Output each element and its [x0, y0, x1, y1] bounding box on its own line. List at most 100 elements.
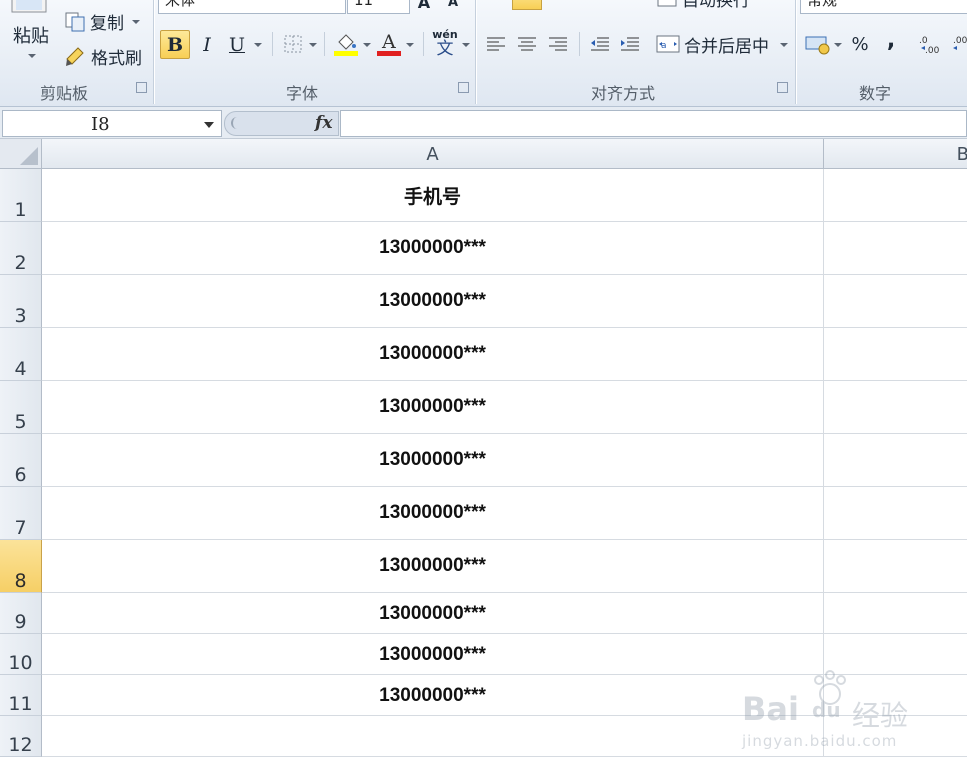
number-format-field[interactable]: 常规 [800, 0, 967, 14]
cell-a[interactable]: 13000000*** [42, 328, 824, 381]
row-header[interactable]: 5 [0, 381, 42, 434]
phonetic-dropdown-icon[interactable] [462, 43, 470, 47]
fill-color-button[interactable] [332, 29, 360, 57]
alignment-launcher-icon[interactable] [777, 82, 788, 93]
font-size-field[interactable]: 11 [347, 0, 410, 14]
increase-indent-button[interactable] [617, 32, 643, 56]
paste-dropdown-icon[interactable] [28, 54, 36, 58]
decrease-indent-button[interactable] [587, 32, 613, 56]
row-number: 2 [14, 252, 27, 274]
cell-b[interactable] [824, 328, 967, 381]
increase-decimal-icon: .0.00 [919, 36, 940, 54]
cell-b[interactable] [824, 275, 967, 328]
formula-input[interactable] [340, 110, 967, 137]
merge-center-button[interactable]: a 合并后居中 [656, 30, 790, 58]
select-all-icon [20, 147, 38, 165]
font-name-field[interactable]: 宋体 [158, 0, 346, 14]
align-right-button[interactable] [545, 32, 571, 56]
paste-button[interactable]: 粘贴 [0, 0, 56, 70]
copy-dropdown-icon[interactable] [132, 20, 140, 24]
bold-button[interactable]: B [160, 30, 190, 59]
accounting-format-icon [805, 36, 830, 55]
merge-center-dropdown-icon[interactable] [780, 43, 788, 47]
font-launcher-icon[interactable] [458, 82, 469, 93]
comma-style-button[interactable]: , [878, 27, 904, 53]
percent-style-button[interactable]: % [847, 31, 873, 57]
wrap-text-icon [657, 0, 677, 7]
row-header[interactable]: 2 [0, 222, 42, 275]
wrap-text-button[interactable]: 自动换行 [656, 0, 766, 11]
underline-dropdown-icon[interactable] [254, 43, 262, 47]
italic-label: I [203, 33, 211, 56]
name-box-dropdown-icon[interactable] [204, 122, 214, 128]
row-header[interactable]: 10 [0, 634, 42, 675]
row-header[interactable]: 8 [0, 540, 42, 593]
row-header[interactable]: 11 [0, 675, 42, 716]
font-color-dropdown-icon[interactable] [406, 43, 414, 47]
borders-icon [284, 35, 302, 53]
cell-b[interactable] [824, 540, 967, 593]
expand-handle-icon[interactable] [231, 117, 239, 129]
format-painter-button[interactable]: 格式刷 [64, 42, 150, 70]
italic-button[interactable]: I [194, 30, 220, 59]
row-header[interactable]: 7 [0, 487, 42, 540]
borders-button[interactable] [280, 31, 306, 57]
toolbar-divider [324, 32, 325, 56]
row-header[interactable]: 9 [0, 593, 42, 634]
decrease-decimal-button[interactable]: .00 [950, 31, 967, 57]
clipboard-icon [11, 0, 47, 13]
formula-controls: fx [224, 111, 339, 136]
format-painter-icon [66, 47, 84, 66]
cell-b[interactable] [824, 169, 967, 222]
cell-a[interactable]: 13000000*** [42, 540, 824, 593]
copy-button[interactable]: 复制 [64, 8, 144, 34]
cell-a[interactable]: 13000000*** [42, 275, 824, 328]
phonetic-char-icon: 文 [436, 39, 454, 59]
phonetic-button[interactable]: wén 文 [430, 28, 460, 60]
cell-a[interactable] [42, 716, 824, 757]
cell-a[interactable]: 13000000*** [42, 634, 824, 675]
accounting-format-button[interactable] [803, 31, 833, 57]
column-header-b[interactable]: B [824, 139, 967, 169]
cell-a[interactable]: 手机号 [42, 169, 824, 222]
cell-a[interactable]: 13000000*** [42, 487, 824, 540]
cell-a[interactable]: 13000000*** [42, 675, 824, 716]
cell-b[interactable] [824, 487, 967, 540]
column-header-a[interactable]: A [42, 139, 824, 169]
select-all-button[interactable] [0, 139, 42, 169]
font-group-label: 字体 [285, 84, 318, 103]
cell-b[interactable] [824, 222, 967, 275]
row-header[interactable]: 3 [0, 275, 42, 328]
orientation-button[interactable] [585, 0, 607, 10]
align-top-button[interactable] [512, 0, 542, 10]
align-center-icon [518, 37, 536, 51]
row-header[interactable]: 1 [0, 169, 42, 222]
cell-a[interactable]: 13000000*** [42, 222, 824, 275]
align-center-button[interactable] [514, 32, 540, 56]
underline-button[interactable]: U [224, 30, 250, 59]
cell-b[interactable] [824, 593, 967, 634]
row-header[interactable]: 4 [0, 328, 42, 381]
cell-b[interactable] [824, 381, 967, 434]
cell-a[interactable]: 13000000*** [42, 434, 824, 487]
shrink-font-button[interactable]: A [444, 0, 462, 12]
align-left-button[interactable] [483, 32, 509, 56]
align-middle-icon [550, 0, 570, 9]
clipboard-launcher-icon[interactable] [136, 82, 147, 93]
cell-a[interactable]: 13000000*** [42, 593, 824, 634]
accounting-dropdown-icon[interactable] [834, 43, 842, 47]
insert-function-button[interactable]: fx [315, 113, 332, 133]
name-box[interactable]: I8 [2, 110, 222, 137]
baidu-watermark: Bai du 经验 jingyan.baidu.com [742, 668, 962, 758]
merge-center-label: 合并后居中 [684, 36, 769, 57]
fill-color-dropdown-icon[interactable] [363, 43, 371, 47]
grow-font-button[interactable]: A [414, 0, 434, 12]
row-header[interactable]: 6 [0, 434, 42, 487]
font-color-button[interactable]: A [375, 29, 403, 57]
row-header[interactable]: 12 [0, 716, 42, 757]
align-middle-button[interactable] [548, 0, 572, 10]
cell-b[interactable] [824, 434, 967, 487]
borders-dropdown-icon[interactable] [309, 43, 317, 47]
cell-a[interactable]: 13000000*** [42, 381, 824, 434]
increase-decimal-button[interactable]: .0.00 [918, 31, 946, 57]
